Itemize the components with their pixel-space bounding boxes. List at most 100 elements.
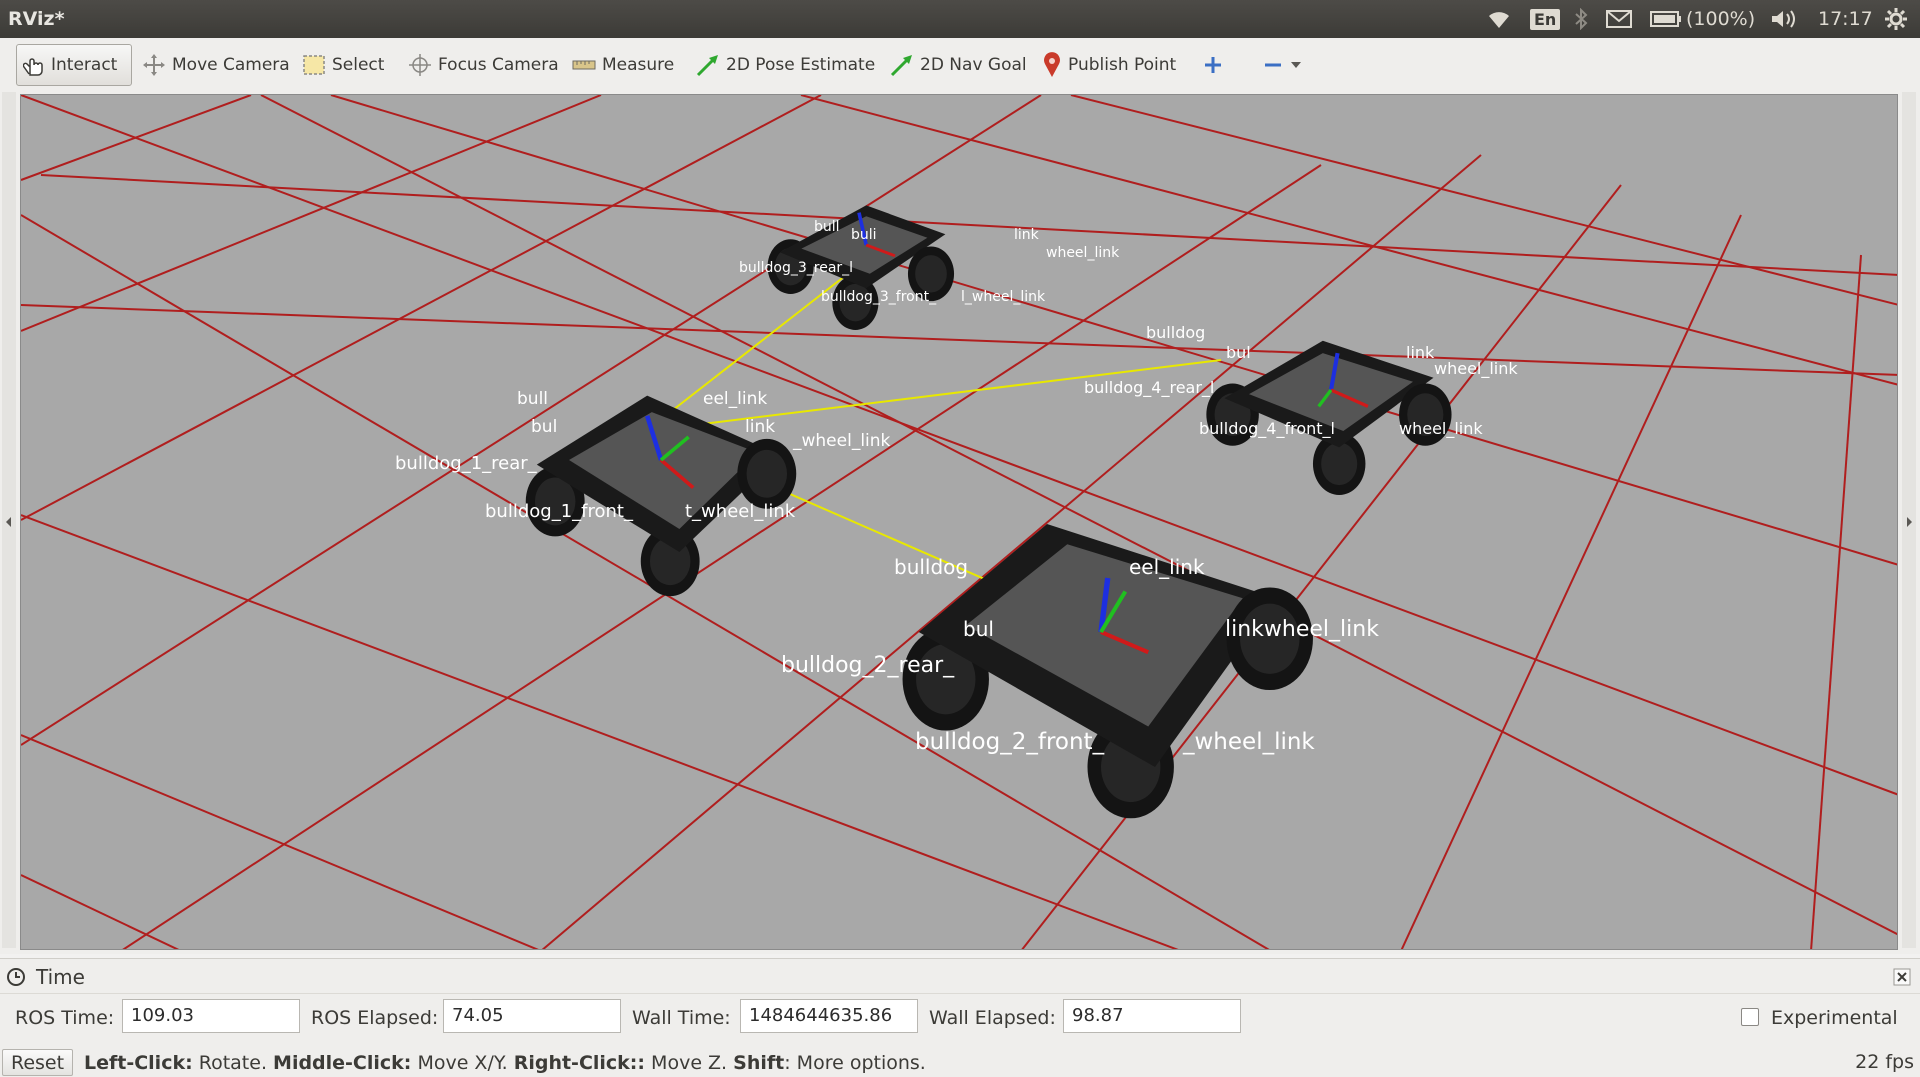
frame-label: bulldog_1_front_ [485,501,633,522]
frame-label: bul [1226,343,1251,362]
frame-label: _wheel_link [1183,729,1315,755]
move-camera-label: Move Camera [172,55,290,75]
frame-label: bulldog_2_rear_ [781,653,955,678]
time-panel-header: Time [0,959,1920,994]
experimental-label: Experimental [1771,1007,1898,1029]
move-arrows-icon [143,54,165,76]
focus-camera-label: Focus Camera [438,55,559,75]
system-top-bar: RViz* En (100%) 17:17 [0,0,1920,38]
clock-icon [7,968,25,986]
bluetooth-icon[interactable] [1574,6,1588,32]
interact-tool-button[interactable]: Interact [16,44,132,86]
pose-estimate-tool-button[interactable]: 2D Pose Estimate [690,44,881,86]
battery-icon [1650,11,1681,27]
ros-time-label: ROS Time: [15,1007,115,1029]
mail-icon[interactable] [1606,6,1632,32]
3d-viewport[interactable]: bull buli link wheel_link bulldog_3_rear… [20,94,1898,950]
focus-camera-tool-button[interactable]: Focus Camera [402,44,565,86]
ros-time-field[interactable]: 109.03 [122,999,300,1033]
move-camera-tool-button[interactable]: Move Camera [136,44,296,86]
select-label: Select [332,55,385,75]
publish-point-tool-button[interactable]: Publish Point [1036,44,1182,86]
frame-label: bul [531,417,558,437]
frame-label: bulldog_1_rear_ [395,453,537,474]
interact-label: Interact [51,55,118,75]
battery-percent: (100%) [1686,8,1756,30]
wall-time-field[interactable]: 1484644635.86 [740,999,918,1033]
fps-counter: 22 fps [1855,1051,1914,1073]
frame-label: bulldog_3_rear_l [739,260,854,276]
hint-text: : More options. [784,1052,926,1074]
ros-elapsed-field[interactable]: 74.05 [443,999,621,1033]
frame-label: wheel_link [1434,359,1518,378]
volume-icon[interactable] [1770,6,1800,32]
language-label: En [1530,8,1561,30]
add-tool-button[interactable] [1196,44,1230,86]
frame-label: eel_link [703,389,768,409]
hint-text: Move Z. [645,1052,734,1074]
scene-canvas[interactable] [21,95,1898,950]
wifi-icon[interactable] [1486,6,1512,32]
ros-elapsed-label: ROS Elapsed: [311,1007,439,1029]
status-bar: Reset Left-Click: Rotate. Middle-Click: … [0,1048,1920,1077]
frame-label: link [1014,227,1039,243]
measure-label: Measure [602,55,675,75]
settings-gear-icon[interactable] [1884,6,1908,32]
selection-rectangle-icon [303,55,325,75]
frame-label: wheel_link [1399,419,1483,438]
wall-time-label: Wall Time: [632,1007,731,1029]
wall-elapsed-field[interactable]: 98.87 [1063,999,1241,1033]
map-pin-icon [1044,52,1060,77]
frame-label: bulldog_2_front_ [915,729,1105,755]
close-panel-icon[interactable] [1893,968,1911,986]
nav-goal-label: 2D Nav Goal [920,55,1027,75]
hand-pointer-icon [23,58,43,76]
publish-point-label: Publish Point [1068,55,1177,75]
mouse-hint-text: Left-Click: Rotate. Middle-Click: Move X… [84,1052,926,1074]
green-arrow-icon [696,55,718,77]
pose-estimate-label: 2D Pose Estimate [726,55,876,75]
select-tool-button[interactable]: Select [296,44,390,86]
hint-key: Shift [733,1052,785,1074]
frame-label: l_wheel_link [961,289,1046,305]
frame-label: eel_link [1129,555,1205,579]
hint-text: Rotate. [192,1052,274,1074]
frame-label: t_wheel_link [685,501,796,522]
frame-label: _wheel_link [793,431,891,451]
right-dock-handle[interactable] [1902,92,1916,948]
tool-toolbar: Interact Move Camera Select Focus Camera… [0,38,1920,93]
frame-label: bull [517,389,549,409]
frame-label: bulldog [894,555,969,579]
collapse-right-arrow-icon [1907,517,1912,527]
frame-label: bul [963,617,994,641]
hint-key: Middle-Click: [273,1052,412,1074]
clock[interactable]: 17:17 [1818,6,1873,32]
hint-key: Left-Click: [84,1052,193,1074]
render-panel: bull buli link wheel_link bulldog_3_rear… [0,92,1920,954]
frame-label: bulldog_4_rear_l [1084,378,1215,397]
keyboard-layout-indicator[interactable]: En [1530,6,1561,32]
frame-label: bulldog [1146,323,1206,342]
nav-goal-tool-button[interactable]: 2D Nav Goal [884,44,1033,86]
experimental-checkbox[interactable] [1741,1008,1759,1026]
measure-tool-button[interactable]: Measure [566,44,680,86]
plus-icon [1205,57,1221,73]
hint-key: Right-Click:: [513,1052,646,1074]
hint-text: Move X/Y. [411,1052,514,1074]
wall-elapsed-label: Wall Elapsed: [929,1007,1056,1029]
battery-indicator[interactable]: (100%) [1650,6,1755,32]
time-panel: Time ROS Time: 109.03 ROS Elapsed: 74.05… [0,958,1920,1049]
frame-label: wheel_link [1046,245,1120,261]
frame-label: bulldog_3_front_ [821,289,937,305]
frame-label: link [1406,343,1435,362]
time-panel-title: Time [36,965,85,989]
collapse-left-arrow-icon [6,517,11,527]
ruler-icon [572,60,596,70]
frame-label: linkwheel_link [1225,617,1379,642]
frame-label: bulldog_4_front_l [1199,419,1335,438]
minus-icon [1265,63,1281,67]
green-arrow-icon [890,55,912,77]
left-dock-handle[interactable] [2,92,16,948]
reset-button[interactable]: Reset [2,1049,74,1076]
remove-tool-button[interactable] [1256,44,1308,86]
